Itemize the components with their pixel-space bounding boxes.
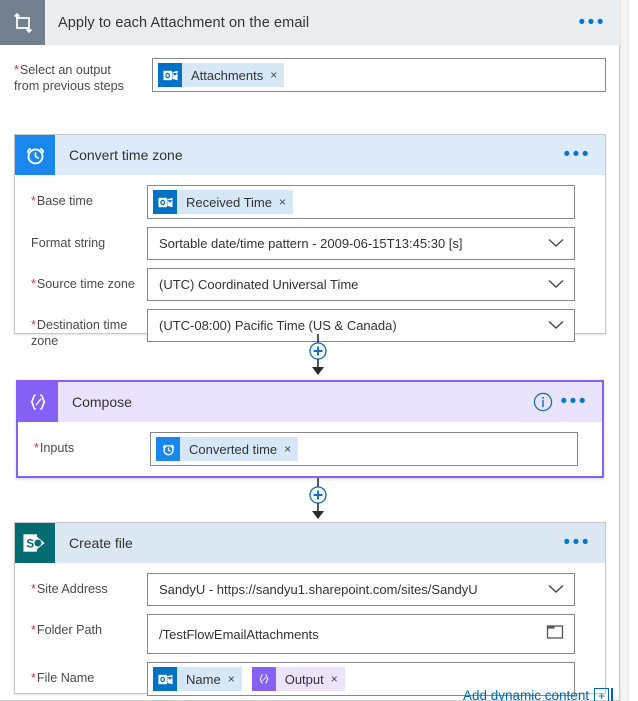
folder-path-input[interactable]: /TestFlowEmailAttachments xyxy=(147,614,575,654)
add-dynamic-content-label: Add dynamic content xyxy=(463,688,590,701)
token-attachments[interactable]: Attachments × xyxy=(158,63,285,87)
base-time-label: *Base time xyxy=(31,194,93,208)
token-remove-icon[interactable]: × xyxy=(331,673,338,685)
create-file-title: Create file xyxy=(69,535,133,551)
base-time-input[interactable]: Received Time × xyxy=(147,185,575,219)
token-output[interactable]: Output × xyxy=(251,667,345,691)
convert-time-zone-header[interactable]: Convert time zone ••• xyxy=(15,135,605,175)
token-label: Output × xyxy=(275,667,345,691)
chevron-down-icon[interactable] xyxy=(548,276,564,294)
source-time-zone-label: *Source time zone xyxy=(31,277,135,291)
create-file-body: *Site Address SandyU - https://sandyu1.s… xyxy=(15,563,605,701)
sharepoint-icon: S xyxy=(15,523,55,563)
outlook-icon xyxy=(153,667,177,691)
chevron-down-icon[interactable] xyxy=(548,317,564,335)
chevron-down-icon[interactable] xyxy=(548,235,564,253)
connector-2 xyxy=(303,478,333,528)
compose-braces-icon xyxy=(18,382,58,422)
destination-time-zone-label: *Destination time zone xyxy=(31,318,128,348)
alarm-clock-icon xyxy=(156,437,180,461)
add-dynamic-content-bar xyxy=(611,688,614,701)
field-row-inputs: *Inputs Converted time × xyxy=(18,432,602,466)
required-asterisk: * xyxy=(31,623,36,637)
required-asterisk: * xyxy=(31,194,36,208)
field-row-site-address: *Site Address SandyU - https://sandyu1.s… xyxy=(15,573,605,606)
action-card-convert-time-zone[interactable]: Convert time zone ••• *Base time Receive… xyxy=(14,134,606,348)
flow-designer-canvas: Apply to each Attachment on the email ••… xyxy=(0,0,638,701)
apply-to-each-scope: Apply to each Attachment on the email ••… xyxy=(0,0,620,701)
inputs-label: *Inputs xyxy=(34,441,75,455)
compose-title: Compose xyxy=(72,394,132,410)
create-file-menu-button[interactable]: ••• xyxy=(564,533,591,552)
field-row-format-string: Format string Sortable date/time pattern… xyxy=(15,227,605,260)
token-remove-icon[interactable]: × xyxy=(279,196,286,208)
token-name[interactable]: Name × xyxy=(153,667,242,691)
site-address-value: SandyU - https://sandyu1.sharepoint.com/… xyxy=(159,582,478,597)
required-asterisk: * xyxy=(31,582,36,596)
convert-time-zone-menu-button[interactable]: ••• xyxy=(564,145,591,164)
select-output-field-row: *Select an output from previous steps At… xyxy=(14,58,606,94)
field-row-source-time-zone: *Source time zone (UTC) Coordinated Univ… xyxy=(15,268,605,301)
required-asterisk: * xyxy=(31,318,36,332)
compose-braces-icon xyxy=(251,667,276,691)
create-file-header[interactable]: S Create file ••• xyxy=(15,523,605,563)
compose-body: *Inputs Converted time × xyxy=(18,422,602,476)
action-card-compose[interactable]: Compose ••• *Inputs Converted time × xyxy=(16,380,604,478)
svg-text:S: S xyxy=(26,538,34,550)
token-received-time[interactable]: Received Time × xyxy=(153,190,293,214)
destination-time-zone-value: (UTC-08:00) Pacific Time (US & Canada) xyxy=(159,318,397,333)
select-output-label: *Select an output from previous steps xyxy=(14,58,152,94)
token-remove-icon[interactable]: × xyxy=(228,673,235,685)
page-edge-strip xyxy=(621,0,629,701)
token-remove-icon[interactable]: × xyxy=(270,69,277,81)
source-time-zone-value: (UTC) Coordinated Universal Time xyxy=(159,277,359,292)
source-time-zone-dropdown[interactable]: (UTC) Coordinated Universal Time xyxy=(147,268,575,301)
format-string-dropdown[interactable]: Sortable date/time pattern - 2009-06-15T… xyxy=(147,227,575,260)
required-asterisk: * xyxy=(31,671,36,685)
folder-icon[interactable] xyxy=(545,623,565,646)
apply-to-each-title: Apply to each Attachment on the email xyxy=(58,14,310,31)
outlook-icon xyxy=(153,190,177,214)
alarm-clock-icon xyxy=(15,135,55,175)
format-string-label: Format string xyxy=(31,236,106,250)
required-asterisk: * xyxy=(31,277,36,291)
destination-time-zone-dropdown[interactable]: (UTC-08:00) Pacific Time (US & Canada) xyxy=(147,309,575,342)
token-label: Received Time × xyxy=(177,190,293,214)
format-string-value: Sortable date/time pattern - 2009-06-15T… xyxy=(159,236,463,251)
compose-header[interactable]: Compose ••• xyxy=(18,382,602,422)
convert-time-zone-title: Convert time zone xyxy=(69,147,183,163)
loop-icon xyxy=(0,0,45,45)
folder-path-label: *Folder Path xyxy=(31,623,103,637)
chevron-down-icon[interactable] xyxy=(548,581,564,599)
select-output-label-line1: Select an output xyxy=(19,63,111,77)
field-row-base-time: *Base time Received Time × xyxy=(15,185,605,219)
select-output-input[interactable]: Attachments × xyxy=(152,58,606,92)
folder-path-value: /TestFlowEmailAttachments xyxy=(159,626,319,642)
token-converted-time[interactable]: Converted time × xyxy=(156,437,299,461)
action-card-create-file[interactable]: S Create file ••• *Site Address SandyU -… xyxy=(14,522,606,696)
page-right-gutter xyxy=(620,0,638,701)
convert-time-zone-body: *Base time Received Time × Format string… xyxy=(15,175,605,359)
inputs-input[interactable]: Converted time × xyxy=(150,432,578,466)
compose-menu-button[interactable]: ••• xyxy=(561,392,588,411)
add-dynamic-content-plus-icon[interactable]: + xyxy=(594,688,610,701)
select-output-label-line2: from previous steps xyxy=(14,79,124,93)
field-row-folder-path: *Folder Path /TestFlowEmailAttachments xyxy=(15,614,605,654)
site-address-dropdown[interactable]: SandyU - https://sandyu1.sharepoint.com/… xyxy=(147,573,575,606)
connector-1 xyxy=(303,334,333,384)
required-asterisk: * xyxy=(34,441,39,455)
token-label: Name × xyxy=(177,667,242,691)
token-label: Converted time × xyxy=(180,437,299,461)
add-dynamic-content-link[interactable]: Add dynamic content + xyxy=(463,688,614,701)
info-icon[interactable] xyxy=(533,392,553,412)
apply-to-each-menu-button[interactable]: ••• xyxy=(579,13,606,32)
apply-to-each-header[interactable]: Apply to each Attachment on the email ••… xyxy=(0,0,620,45)
site-address-label: *Site Address xyxy=(31,582,108,596)
outlook-icon xyxy=(158,63,182,87)
file-name-label: *File Name xyxy=(31,671,95,685)
token-remove-icon[interactable]: × xyxy=(284,443,291,455)
required-asterisk: * xyxy=(14,63,19,77)
token-label: Attachments × xyxy=(182,63,285,87)
